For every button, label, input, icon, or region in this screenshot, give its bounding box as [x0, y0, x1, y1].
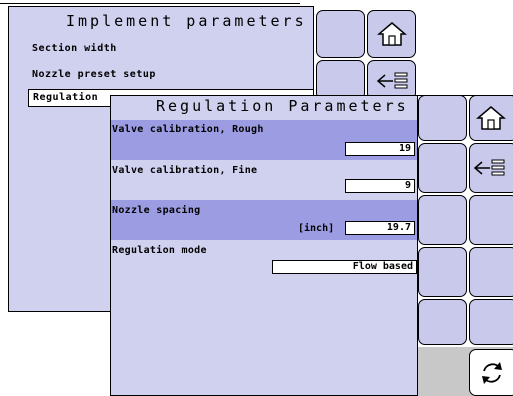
back-list-button[interactable] — [367, 60, 416, 100]
nozzle-spacing-label: Nozzle spacing — [112, 205, 201, 216]
menu-item-section-width[interactable]: Section width — [32, 43, 117, 54]
nozzle-spacing-unit: [inch] — [298, 223, 335, 234]
back-side-button[interactable] — [316, 60, 365, 100]
back-home-button-2[interactable] — [367, 10, 416, 58]
regulation-mode-value[interactable]: Flow based — [272, 260, 417, 274]
regulation-parameters-title: Regulation Parameters — [156, 97, 409, 115]
implement-parameters-title: Implement parameters — [66, 12, 307, 30]
valve-calibration-fine-value[interactable]: 9 — [345, 179, 415, 193]
side-button-7[interactable] — [418, 299, 467, 345]
home-button[interactable] — [469, 95, 513, 141]
side-button-5[interactable] — [418, 247, 467, 297]
back-button[interactable] — [469, 143, 513, 193]
side-button-6[interactable] — [469, 247, 513, 297]
menu-item-nozzle-preset-setup[interactable]: Nozzle preset setup — [32, 69, 156, 80]
back-list-icon — [473, 159, 505, 176]
nozzle-spacing-value[interactable]: 19.7 — [345, 221, 415, 235]
side-button-3[interactable] — [418, 195, 467, 245]
home-icon — [476, 106, 506, 130]
side-button-4[interactable] — [469, 195, 513, 245]
back-home-button[interactable] — [316, 10, 365, 58]
valve-calibration-rough-label: Valve calibration, Rough — [112, 124, 264, 135]
back-list-icon — [376, 72, 407, 89]
top-strip — [0, 0, 300, 4]
valve-calibration-fine-label: Valve calibration, Fine — [112, 165, 258, 176]
refresh-button[interactable] — [469, 349, 513, 396]
valve-calibration-rough-value[interactable]: 19 — [345, 142, 415, 156]
side-button-1[interactable] — [418, 95, 467, 141]
side-button-8[interactable] — [469, 299, 513, 345]
side-button-2[interactable] — [418, 143, 467, 193]
refresh-icon — [482, 361, 502, 384]
home-icon — [376, 22, 407, 46]
regulation-mode-label: Regulation mode — [112, 245, 207, 256]
